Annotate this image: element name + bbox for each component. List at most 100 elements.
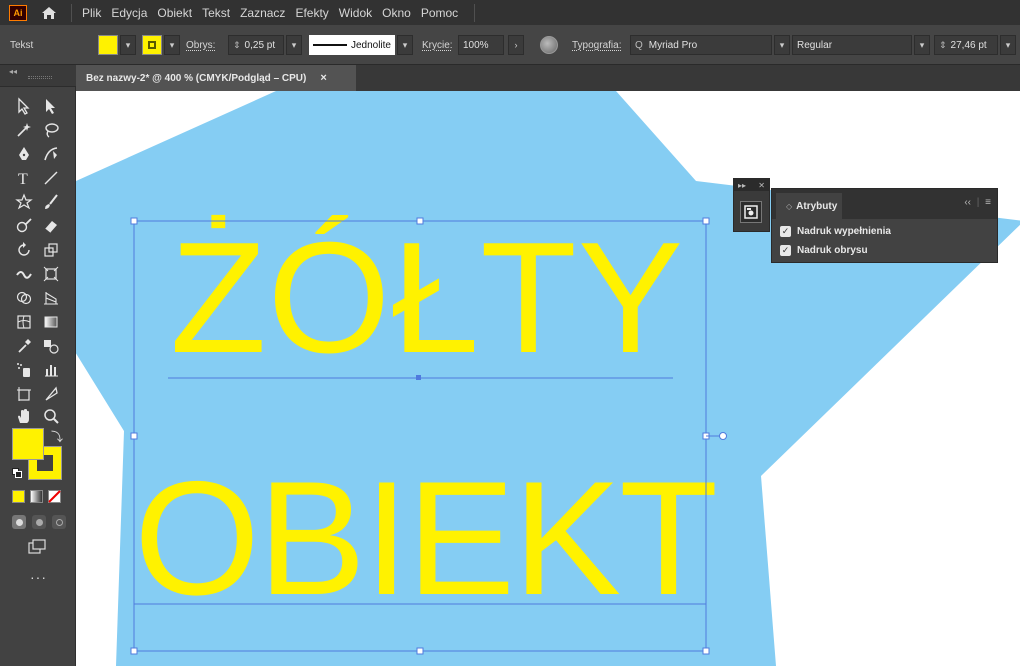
text-line-zolty[interactable]: ŻÓŁTY — [170, 219, 684, 377]
font-size-value: 27,46 pt — [950, 39, 987, 51]
slice-tool-icon[interactable] — [38, 383, 64, 405]
scale-tool-icon[interactable] — [38, 239, 64, 261]
home-icon[interactable] — [39, 3, 59, 23]
artboard-tool-icon[interactable] — [11, 383, 37, 405]
eyedropper-tool-icon[interactable] — [11, 335, 37, 357]
none-mode-button[interactable] — [48, 490, 61, 503]
fill-color-swatch[interactable] — [98, 35, 118, 55]
stroke-profile-select[interactable]: Jednolite — [309, 35, 395, 55]
direct-selection-tool-icon[interactable] — [38, 95, 64, 117]
overprint-stroke-checkbox[interactable]: ✓ — [780, 245, 791, 256]
opacity-field[interactable]: 100% — [458, 35, 504, 55]
stepper-icon[interactable]: ⇕ — [233, 40, 241, 51]
menu-pomoc[interactable]: Pomoc — [421, 6, 458, 20]
attributes-panel: ◇ Atrybuty ‹‹ | ≡ ✓ Nadruk wypełnienia ✓… — [771, 188, 998, 263]
font-style-value: Regular — [797, 39, 833, 51]
panel-menu-icon[interactable]: ≡ — [985, 197, 991, 208]
overprint-fill-checkbox[interactable]: ✓ — [780, 226, 791, 237]
font-size-chevron-icon[interactable]: ▾ — [1000, 35, 1016, 55]
shaper-tool-icon[interactable] — [11, 215, 37, 237]
document-tab-strip: Bez nazwy-2* @ 400 % (CMYK/Podgląd – CPU… — [76, 65, 1020, 91]
attributes-tab[interactable]: ◇ Atrybuty — [776, 193, 842, 219]
gradient-tool-icon[interactable] — [38, 311, 64, 333]
attributes-icon[interactable] — [740, 201, 762, 223]
overprint-fill-row[interactable]: ✓ Nadruk wypełnienia — [780, 226, 891, 237]
shape-builder-tool-icon[interactable] — [11, 287, 37, 309]
overprint-stroke-row[interactable]: ✓ Nadruk obrysu — [780, 245, 868, 256]
document-title: Bez nazwy-2* @ 400 % (CMYK/Podgląd – CPU… — [86, 72, 307, 84]
profile-chevron-icon[interactable]: ▾ — [397, 35, 413, 55]
width-tool-icon[interactable] — [11, 263, 37, 285]
panel-controls: ‹‹ | ≡ — [964, 197, 991, 208]
font-family-field[interactable]: Q Myriad Pro — [630, 35, 772, 55]
typography-label[interactable]: Typografia: — [572, 40, 621, 51]
menu-tekst[interactable]: Tekst — [202, 6, 230, 20]
stroke-color-swatch[interactable] — [142, 35, 162, 55]
stroke-weight-chevron-icon[interactable]: ▾ — [286, 35, 302, 55]
font-style-field[interactable]: Regular — [792, 35, 912, 55]
toolbar-grip[interactable]: ◂◂ — [0, 65, 76, 87]
fill-color-box[interactable] — [12, 428, 44, 460]
expand-arrows-icon[interactable]: ▸▸ — [738, 181, 746, 190]
mesh-tool-icon[interactable] — [11, 311, 37, 333]
draw-inside-icon[interactable] — [52, 515, 66, 529]
rotate-tool-icon[interactable] — [11, 239, 37, 261]
line-segment-tool-icon[interactable] — [38, 167, 64, 189]
perspective-grid-tool-icon[interactable] — [38, 287, 64, 309]
stroke-weight-field[interactable]: ⇕ 0,25 pt — [228, 35, 284, 55]
font-style-chevron-icon[interactable]: ▾ — [914, 35, 930, 55]
blend-tool-icon[interactable] — [38, 335, 64, 357]
menu-okno[interactable]: Okno — [382, 6, 411, 20]
tools-panel: ◂◂ T ⤵ ··· — [0, 65, 76, 666]
recolor-globe-icon[interactable] — [540, 36, 558, 54]
menu-efekty[interactable]: Efekty — [295, 6, 328, 20]
symbol-sprayer-tool-icon[interactable] — [11, 359, 37, 381]
close-tab-icon[interactable]: × — [320, 72, 326, 84]
stroke-dropdown-chevron-icon[interactable]: ▾ — [164, 35, 180, 55]
stroke-line-preview — [313, 44, 347, 46]
close-icon[interactable]: ✕ — [758, 181, 765, 190]
color-mode-button[interactable] — [12, 490, 25, 503]
artboard-canvas[interactable]: ŻÓŁTY OBIEKT — [76, 91, 1020, 666]
selection-tool-icon[interactable] — [11, 95, 37, 117]
collapse-panel-icon[interactable]: ‹‹ — [964, 197, 971, 208]
font-search-icon: Q — [635, 39, 643, 51]
text-line-obiekt[interactable]: OBIEKT — [134, 458, 718, 620]
draw-behind-icon[interactable] — [32, 515, 46, 529]
menu-obiekt[interactable]: Obiekt — [157, 6, 192, 20]
stepper-icon[interactable]: ⇕ — [939, 40, 947, 51]
zoom-tool-icon[interactable] — [38, 405, 64, 427]
eraser-tool-icon[interactable] — [38, 215, 64, 237]
draw-normal-icon[interactable] — [12, 515, 26, 529]
fill-dropdown-chevron-icon[interactable]: ▾ — [120, 35, 136, 55]
magic-wand-tool-icon[interactable] — [11, 119, 37, 141]
document-tab[interactable]: Bez nazwy-2* @ 400 % (CMYK/Podgląd – CPU… — [76, 65, 356, 91]
hand-tool-icon[interactable] — [11, 405, 37, 427]
curvature-tool-icon[interactable] — [38, 143, 64, 165]
dock-header[interactable]: ▸▸ ✕ — [734, 179, 769, 191]
type-tool-icon[interactable]: T — [11, 167, 37, 189]
edit-toolbar-more-icon[interactable]: ··· — [30, 569, 47, 585]
default-colors-icon[interactable] — [12, 468, 22, 478]
paintbrush-tool-icon[interactable] — [38, 191, 64, 213]
stroke-profile-value: Jednolite — [350, 39, 391, 51]
menu-zaznacz[interactable]: Zaznacz — [240, 6, 285, 20]
menu-separator — [71, 3, 72, 22]
lasso-tool-icon[interactable] — [38, 119, 64, 141]
star-tool-icon[interactable] — [11, 191, 37, 213]
swap-fill-stroke-icon[interactable]: ⤵ — [51, 428, 63, 445]
stroke-label[interactable]: Obrys: — [186, 40, 215, 51]
gradient-mode-button[interactable] — [30, 490, 43, 503]
pen-tool-icon[interactable] — [11, 143, 37, 165]
screen-mode-icon[interactable] — [28, 539, 46, 555]
font-size-field[interactable]: ⇕ 27,46 pt — [934, 35, 998, 55]
menu-edycja[interactable]: Edycja — [111, 6, 147, 20]
free-transform-tool-icon[interactable] — [38, 263, 64, 285]
opacity-arrow-icon[interactable]: › — [508, 35, 524, 55]
collapse-arrows-icon[interactable]: ◂◂ — [9, 67, 17, 76]
menu-widok[interactable]: Widok — [339, 6, 372, 20]
column-graph-tool-icon[interactable] — [38, 359, 64, 381]
menu-plik[interactable]: Plik — [82, 6, 101, 20]
font-family-chevron-icon[interactable]: ▾ — [774, 35, 790, 55]
opacity-label[interactable]: Krycie: — [422, 40, 453, 51]
